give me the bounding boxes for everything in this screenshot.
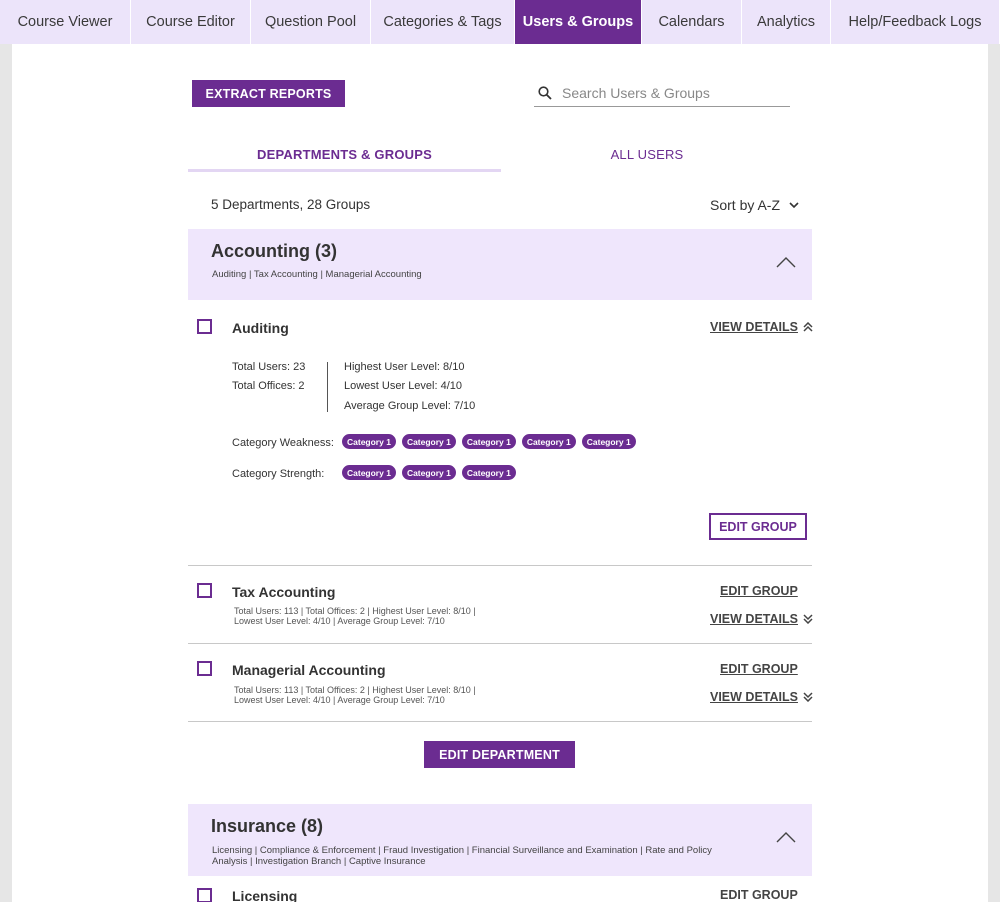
category-chip[interactable]: Category 1 [461,434,516,449]
sort-dropdown[interactable]: Sort by A-Z [710,197,799,213]
chevron-up-icon[interactable] [776,257,796,268]
view-details-label: VIEW DETAILS [710,690,798,704]
tab-calendars[interactable]: Calendars [642,0,742,44]
view-details-label: VIEW DETAILS [710,612,798,626]
divider [188,643,812,644]
chevron-down-icon [789,201,799,208]
tab-departments-groups[interactable]: DEPARTMENTS & GROUPS [188,140,501,172]
divider [188,565,812,566]
group-checkbox-tax-accounting[interactable] [197,583,212,598]
tab-question-pool[interactable]: Question Pool [251,0,371,44]
departments-summary: 5 Departments, 28 Groups [211,197,371,212]
category-chip[interactable]: Category 1 [401,465,456,480]
group-checkbox-auditing[interactable] [197,319,212,334]
group-name-managerial-accounting: Managerial Accounting [232,662,386,678]
edit-group-link-managerial-accounting[interactable]: EDIT GROUP [720,662,798,676]
category-chip[interactable]: Category 1 [521,434,576,449]
double-chevron-down-icon [803,614,813,624]
department-groups-list: Licensing | Compliance & Enforcement | F… [212,845,712,856]
group-checkbox-licensing[interactable] [197,888,212,902]
edit-group-button-auditing[interactable]: EDIT GROUP [709,513,807,540]
group-checkbox-managerial-accounting[interactable] [197,661,212,676]
department-title: Insurance (8) [211,816,324,836]
edit-department-button[interactable]: EDIT DEPARTMENT [424,741,575,768]
group-stats-line: Total Users: 113 | Total Offices: 2 | Hi… [234,606,476,616]
department-groups-list: Analysis | Investigation Branch | Captiv… [212,856,426,867]
department-header-accounting[interactable]: Accounting (3) Auditing | Tax Accounting… [188,229,812,300]
double-chevron-down-icon [803,692,813,702]
divider [188,721,812,722]
view-details-link-auditing[interactable]: VIEW DETAILS [710,320,813,334]
search-icon [538,86,552,100]
tab-all-users[interactable]: ALL USERS [501,138,793,170]
group-name-licensing: Licensing [232,888,298,902]
category-chip[interactable]: Category 1 [461,465,516,480]
group-stats-line: Lowest User Level: 4/10 | Average Group … [234,695,445,705]
weakness-chips: Category 1 Category 1 Category 1 Categor… [342,434,636,449]
chevron-up-icon[interactable] [776,832,796,843]
group-name-auditing: Auditing [232,320,289,336]
average-level-stat: Average Group Level: 7/10 [344,400,476,412]
tab-categories-tags[interactable]: Categories & Tags [371,0,515,44]
sort-label: Sort by A-Z [710,197,781,213]
category-chip[interactable]: Category 1 [401,434,456,449]
search-box [534,80,790,107]
strength-chips: Category 1 Category 1 Category 1 [342,465,516,480]
category-chip[interactable]: Category 1 [342,465,396,480]
department-title: Accounting (3) [211,241,337,261]
category-chip[interactable]: Category 1 [581,434,636,449]
category-chip[interactable]: Category 1 [342,434,396,449]
double-chevron-up-icon [803,322,813,332]
total-users-stat: Total Users: 23 [232,361,306,373]
tab-help-feedback-logs[interactable]: Help/Feedback Logs [831,0,1000,44]
group-stats-line: Lowest User Level: 4/10 | Average Group … [234,616,445,626]
category-weakness-label: Category Weakness: [232,437,334,449]
department-groups-list: Auditing | Tax Accounting | Managerial A… [212,269,422,280]
search-input[interactable] [562,85,772,101]
view-details-link-tax-accounting[interactable]: VIEW DETAILS [710,612,813,626]
category-strength-label: Category Strength: [232,468,325,480]
view-details-link-managerial-accounting[interactable]: VIEW DETAILS [710,690,813,704]
tab-users-groups[interactable]: Users & Groups [515,0,642,44]
department-header-insurance[interactable]: Insurance (8) Licensing | Compliance & E… [188,804,812,876]
total-offices-stat: Total Offices: 2 [232,380,305,392]
edit-group-link-tax-accounting[interactable]: EDIT GROUP [720,584,798,598]
stats-divider [327,362,328,412]
edit-group-link-licensing[interactable]: EDIT GROUP [720,888,798,902]
highest-level-stat: Highest User Level: 8/10 [344,361,465,373]
tab-analytics[interactable]: Analytics [742,0,831,44]
group-name-tax-accounting: Tax Accounting [232,584,336,600]
tab-course-viewer[interactable]: Course Viewer [0,0,131,44]
group-stats-line: Total Users: 113 | Total Offices: 2 | Hi… [234,685,476,695]
lowest-level-stat: Lowest User Level: 4/10 [344,380,463,392]
top-nav: Course Viewer Course Editor Question Poo… [0,0,1000,44]
extract-reports-button[interactable]: EXTRACT REPORTS [192,80,345,107]
view-details-label: VIEW DETAILS [710,320,798,334]
tab-course-editor[interactable]: Course Editor [131,0,251,44]
